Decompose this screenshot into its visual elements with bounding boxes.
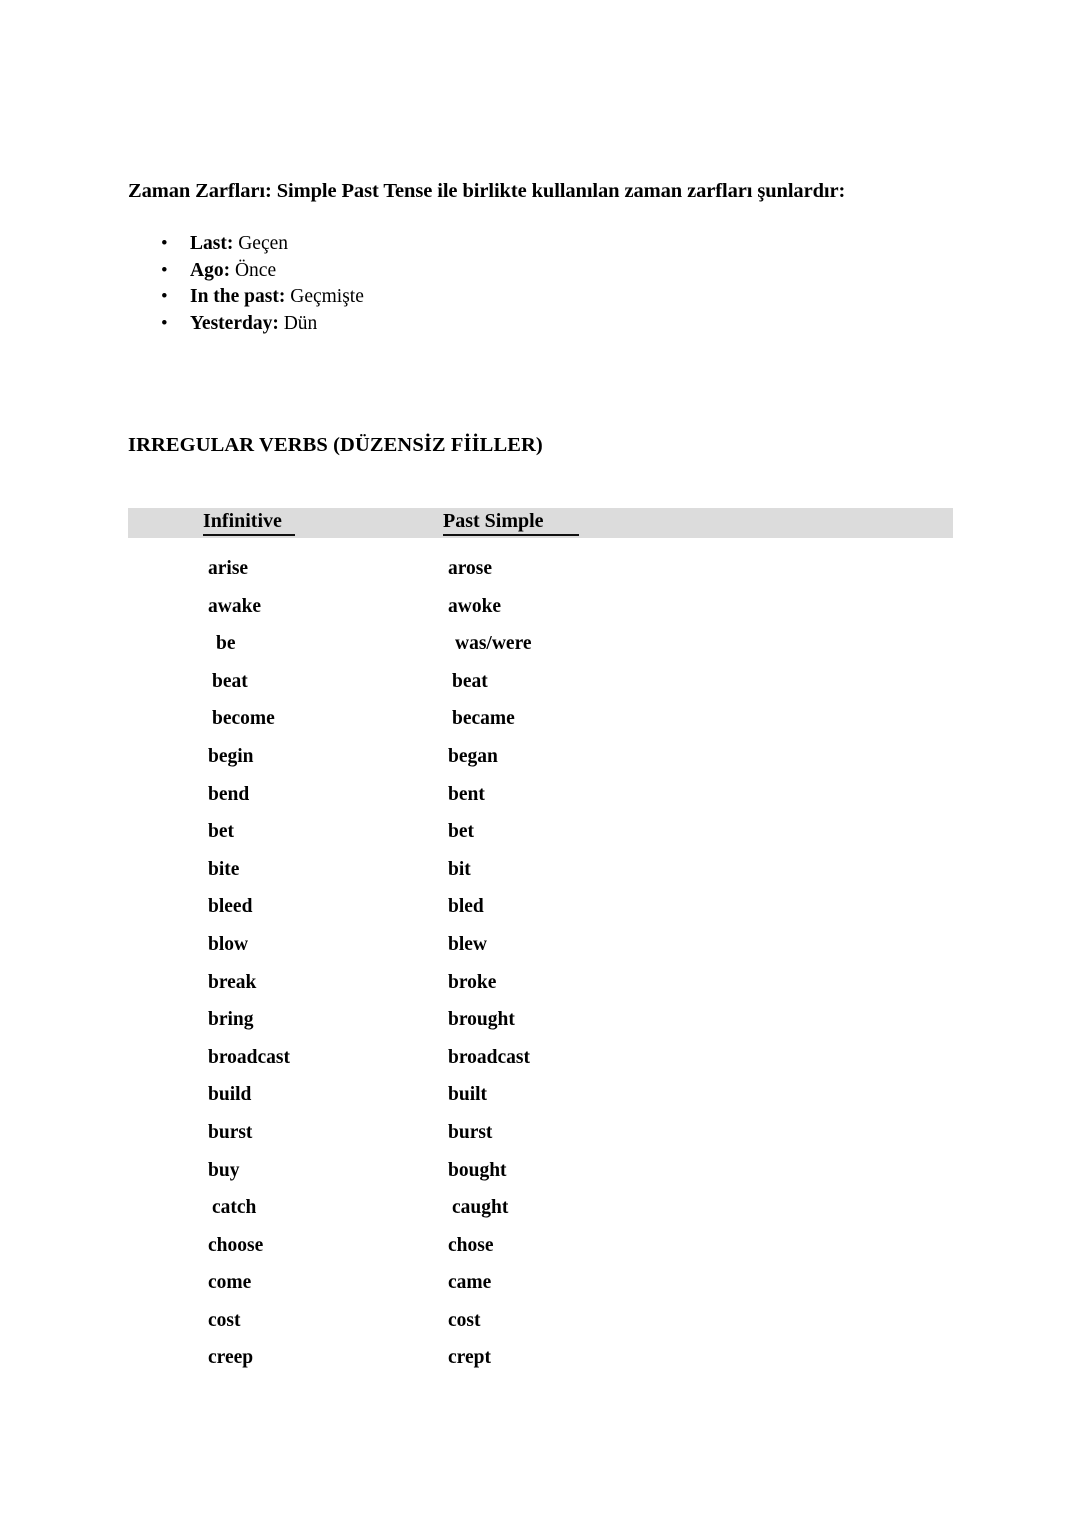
verb-infinitive: break — [208, 971, 257, 993]
verb-past-simple: crept — [448, 1347, 491, 1369]
adverbs-section-heading: Zaman Zarfları: Simple Past Tense ile bi… — [128, 180, 846, 202]
table-row: choose chose — [128, 1233, 953, 1271]
verb-infinitive: burst — [208, 1121, 253, 1143]
table-row: bleed bled — [128, 894, 953, 932]
verb-past-simple: broke — [448, 971, 497, 993]
bullet-icon: • — [161, 233, 168, 254]
table-row: bring brought — [128, 1007, 953, 1045]
table-row: come came — [128, 1270, 953, 1308]
column-header-infinitive: Infinitive — [203, 510, 295, 536]
verb-infinitive: build — [208, 1084, 252, 1106]
adverb-gloss: Geçen — [233, 233, 289, 254]
verb-infinitive: cost — [208, 1309, 241, 1331]
verb-past-simple: built — [448, 1084, 488, 1106]
verb-infinitive: come — [208, 1272, 252, 1294]
adverb-term: Last: — [190, 233, 234, 254]
verb-infinitive: beat — [212, 670, 248, 692]
verb-past-simple: bent — [448, 783, 485, 805]
verb-past-simple: beat — [452, 670, 488, 692]
document-page: Zaman Zarfları: Simple Past Tense ile bi… — [0, 0, 1080, 1528]
bullet-icon: • — [161, 312, 168, 334]
time-adverbs-list: • Last: Geçen • Ago: Önce • In the past: Ge… — [128, 231, 364, 337]
verb-past-simple: bit — [448, 858, 471, 880]
table-row: awake awoke — [128, 594, 953, 632]
verb-past-simple: bet — [448, 821, 474, 843]
table-header-row: Infinitive Past Simple — [128, 508, 953, 538]
verb-past-simple: caught — [452, 1197, 509, 1219]
verb-past-simple: chose — [448, 1234, 494, 1256]
list-item: • Last: Geçen — [128, 231, 364, 258]
table-row: break broke — [128, 970, 953, 1008]
irregular-verbs-table: Infinitive Past Simple arise arose awake… — [128, 508, 953, 1383]
verb-infinitive: awake — [208, 595, 262, 617]
verb-infinitive: creep — [208, 1347, 254, 1369]
verb-infinitive: begin — [208, 745, 254, 767]
verb-past-simple: awoke — [448, 595, 502, 617]
verb-infinitive: choose — [208, 1234, 264, 1256]
bullet-icon: • — [161, 259, 168, 281]
verb-infinitive: blow — [208, 933, 249, 955]
verb-past-simple: burst — [448, 1121, 493, 1143]
adverb-term: Ago: — [190, 259, 231, 281]
verb-infinitive: arise — [208, 558, 249, 579]
list-item: • Ago: Önce — [128, 258, 364, 285]
column-header-past-simple: Past Simple — [443, 510, 579, 536]
verb-past-simple: brought — [448, 1009, 515, 1031]
adverb-term: In the past: — [190, 286, 286, 307]
table-row: burst burst — [128, 1120, 953, 1158]
verb-past-simple: came — [448, 1272, 492, 1294]
table-row: be was/were — [128, 631, 953, 669]
table-row: blow blew — [128, 932, 953, 970]
table-row: beat beat — [128, 669, 953, 707]
list-item: • In the past: Geçmişte — [128, 284, 364, 311]
table-row: catch caught — [128, 1195, 953, 1233]
table-row: bite bit — [128, 857, 953, 895]
verb-past-simple: bought — [448, 1159, 507, 1181]
adverb-term: Yesterday: — [190, 312, 279, 334]
irregular-verbs-title: IRREGULAR VERBS (DÜZENSİZ FİİLLER) — [128, 434, 543, 456]
verb-past-simple: began — [448, 745, 498, 767]
adverb-gloss: Dün — [278, 312, 318, 334]
verb-infinitive: be — [216, 633, 236, 655]
bullet-icon: • — [161, 286, 168, 307]
verb-past-simple: arose — [448, 558, 493, 579]
list-item: • Yesterday: Dün — [128, 311, 364, 338]
verb-past-simple: cost — [448, 1309, 481, 1331]
table-row: arise arose — [128, 556, 953, 594]
table-row: buy bought — [128, 1158, 953, 1196]
table-body: arise arose awake awoke be was/were beat… — [128, 556, 953, 1383]
verb-infinitive: bite — [208, 858, 240, 880]
verb-past-simple: broadcast — [448, 1046, 530, 1068]
table-row: cost cost — [128, 1308, 953, 1346]
verb-past-simple: blew — [448, 933, 487, 955]
verb-infinitive: bet — [208, 821, 234, 843]
verb-infinitive: bend — [208, 783, 250, 805]
table-row: creep crept — [128, 1345, 953, 1383]
verb-past-simple: bled — [448, 896, 484, 918]
verb-infinitive: catch — [212, 1197, 257, 1219]
table-row: build built — [128, 1082, 953, 1120]
verb-past-simple: became — [452, 708, 515, 730]
verb-infinitive: become — [212, 708, 275, 730]
verb-infinitive: bleed — [208, 896, 253, 918]
table-row: bend bent — [128, 782, 953, 820]
verb-infinitive: buy — [208, 1159, 240, 1181]
table-row: begin began — [128, 744, 953, 782]
verb-infinitive: broadcast — [208, 1046, 290, 1068]
adverb-gloss: Geçmişte — [285, 286, 364, 307]
adverb-gloss: Önce — [230, 259, 277, 281]
table-row: become became — [128, 706, 953, 744]
table-row: bet bet — [128, 819, 953, 857]
verb-past-simple: was/were — [455, 633, 532, 655]
table-row: broadcast broadcast — [128, 1045, 953, 1083]
verb-infinitive: bring — [208, 1009, 254, 1031]
